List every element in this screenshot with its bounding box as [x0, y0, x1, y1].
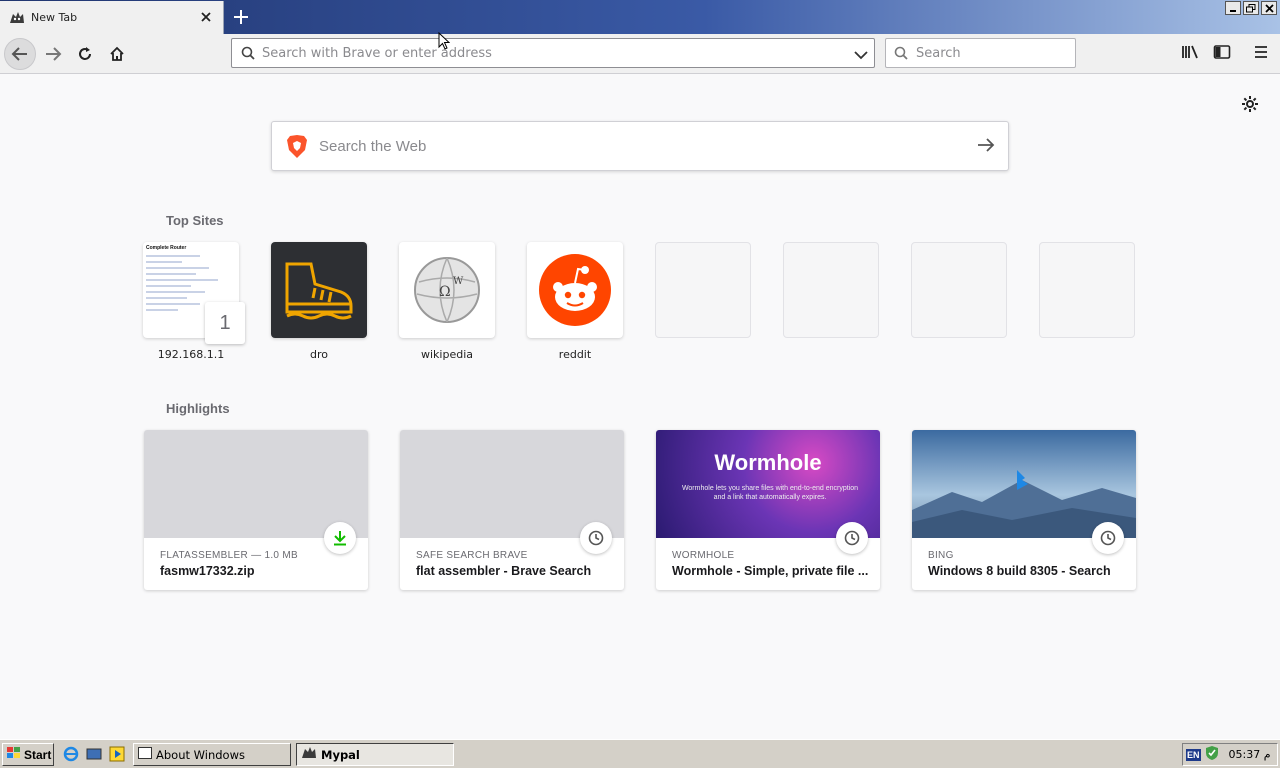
chevron-down-icon[interactable] — [854, 47, 868, 65]
clock-icon — [580, 522, 612, 554]
new-tab-button[interactable] — [230, 6, 252, 28]
thumbnail-title: Complete Router — [146, 245, 187, 251]
start-label: Start — [24, 747, 52, 762]
top-site-tile-reddit[interactable] — [527, 242, 623, 338]
card-source: SAFE SEARCH BRAVE — [416, 550, 528, 561]
top-site-label: dro — [310, 348, 328, 361]
library-icon — [1181, 44, 1199, 65]
card-title: Wormhole - Simple, private file ... — [672, 564, 869, 578]
card-title: Windows 8 build 8305 - Search — [928, 564, 1111, 578]
empty-top-site-slot[interactable] — [911, 242, 1007, 338]
url-bar — [231, 38, 875, 68]
download-icon — [324, 522, 356, 554]
svg-text:W: W — [453, 276, 464, 287]
address-input[interactable] — [262, 39, 842, 67]
top-sites-heading: Top Sites — [166, 213, 224, 228]
tab-strip: New Tab — [0, 0, 1280, 34]
highlight-card[interactable]: FLATASSEMBLER — 1.0 MB fasmw17332.zip — [144, 430, 368, 590]
taskbar: Start About Windows Mypal EN 05:37 م — [0, 739, 1280, 768]
taskbar-item-about-windows[interactable]: About Windows — [133, 743, 291, 766]
window-controls — [1225, 1, 1277, 15]
pinned-index-badge: 1 — [205, 302, 245, 344]
mouse-cursor-icon — [438, 31, 451, 55]
mypal-favicon-icon — [9, 10, 25, 26]
card-source: BING — [928, 550, 954, 561]
sidebar-button[interactable] — [1206, 38, 1238, 70]
menu-button[interactable] — [1245, 38, 1277, 70]
card-source: WORMHOLE — [672, 550, 735, 561]
tab-new-tab[interactable]: New Tab — [0, 1, 224, 34]
highlight-card[interactable]: BING Windows 8 build 8305 - Search — [912, 430, 1136, 590]
top-site-label: 192.168.1.1 — [157, 348, 225, 361]
tab-title: New Tab — [31, 11, 78, 24]
web-search-input[interactable] — [319, 122, 959, 170]
svg-text:Ω: Ω — [439, 284, 451, 300]
search-icon — [241, 46, 255, 65]
preview-heading: Wormhole — [714, 450, 822, 475]
system-tray: EN 05:37 م — [1182, 743, 1278, 766]
forward-button[interactable] — [37, 38, 69, 70]
card-source: FLATASSEMBLER — 1.0 MB — [160, 550, 298, 561]
clock: 05:37 م — [1228, 748, 1271, 761]
empty-top-site-slot[interactable] — [783, 242, 879, 338]
task-label: Mypal — [321, 747, 360, 762]
web-search-box — [271, 121, 1009, 171]
gear-icon[interactable] — [1238, 92, 1262, 116]
wikipedia-globe-icon: ΩW — [399, 242, 495, 338]
minimize-button[interactable] — [1225, 1, 1241, 15]
card-title: fasmw17332.zip — [160, 564, 255, 578]
highlights-heading: Highlights — [166, 401, 230, 416]
highlight-card[interactable]: Wormhole Wormhole lets you share files w… — [656, 430, 880, 590]
show-desktop-icon[interactable] — [86, 746, 102, 762]
top-site-tile-dro[interactable] — [271, 242, 367, 338]
arrow-right-icon[interactable] — [976, 136, 996, 159]
search-bar — [885, 38, 1076, 68]
search-icon — [894, 46, 908, 65]
clock-icon — [1092, 522, 1124, 554]
window-icon — [138, 747, 152, 762]
start-button[interactable]: Start — [2, 743, 54, 766]
internet-explorer-icon[interactable] — [63, 746, 79, 762]
home-button[interactable] — [101, 38, 133, 70]
navigation-toolbar — [0, 34, 1280, 74]
security-shield-icon[interactable] — [1204, 745, 1220, 764]
back-button[interactable] — [4, 38, 36, 70]
media-player-icon[interactable] — [109, 746, 125, 762]
task-label: About Windows — [156, 747, 245, 762]
library-button[interactable] — [1174, 38, 1206, 70]
preview-subtext: Wormhole lets you share files with end-t… — [681, 485, 859, 501]
brave-logo-icon — [286, 134, 308, 164]
mypal-icon — [301, 746, 317, 763]
close-window-button[interactable] — [1261, 1, 1277, 15]
empty-top-site-slot[interactable] — [1039, 242, 1135, 338]
reddit-icon — [527, 242, 623, 338]
search-input[interactable] — [916, 39, 1066, 67]
reload-button[interactable] — [69, 38, 101, 70]
windows-flag-icon — [6, 746, 22, 763]
top-site-label: wikipedia — [420, 348, 473, 361]
taskbar-item-mypal[interactable]: Mypal — [296, 743, 454, 766]
hamburger-icon — [1253, 45, 1269, 64]
restore-button[interactable] — [1243, 1, 1259, 15]
clock-icon — [836, 522, 868, 554]
top-site-tile-wikipedia[interactable]: ΩW — [399, 242, 495, 338]
highlight-card[interactable]: SAFE SEARCH BRAVE flat assembler - Brave… — [400, 430, 624, 590]
card-title: flat assembler - Brave Search — [416, 564, 592, 578]
language-indicator[interactable]: EN — [1186, 748, 1201, 761]
close-tab-icon[interactable] — [199, 10, 213, 24]
boot-icon — [271, 242, 367, 338]
empty-top-site-slot[interactable] — [655, 242, 751, 338]
top-site-label: reddit — [558, 348, 592, 361]
sidebar-icon — [1213, 44, 1231, 65]
